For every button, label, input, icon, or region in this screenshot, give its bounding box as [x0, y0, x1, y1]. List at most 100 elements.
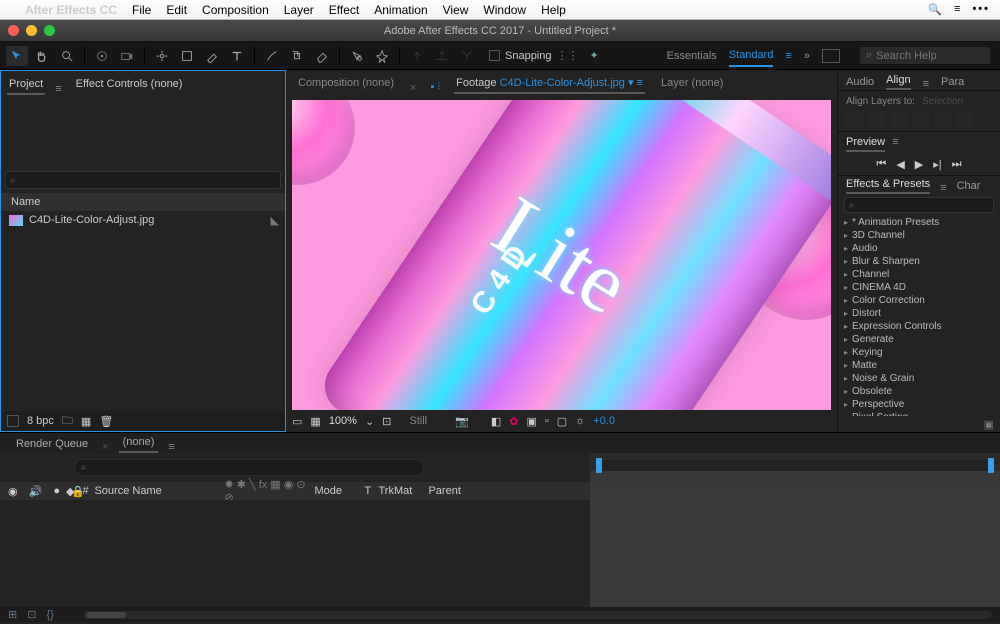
project-item[interactable]: C4D-Lite-Color-Adjust.jpg ◣	[1, 211, 285, 229]
tab-composition[interactable]: Composition (none)	[296, 74, 396, 94]
align-menu-icon[interactable]: ≡	[923, 78, 929, 90]
toggle-switches-icon[interactable]: ⊞	[8, 608, 17, 621]
world-axis-icon[interactable]	[431, 46, 453, 66]
timeline-layers-empty[interactable]	[0, 500, 590, 607]
first-frame-icon[interactable]: ⏮	[876, 158, 886, 171]
col-label-icon[interactable]: ◆	[62, 485, 78, 498]
col-trkmat[interactable]: TrkMat	[374, 485, 424, 497]
zoom-window-icon[interactable]	[44, 25, 55, 36]
minimize-window-icon[interactable]	[26, 25, 37, 36]
local-axis-icon[interactable]	[406, 46, 428, 66]
work-area-end-handle[interactable]	[988, 458, 994, 473]
col-video-icon[interactable]: ◉	[4, 485, 22, 498]
menu-extras-icon[interactable]: ≡	[954, 3, 960, 16]
project-panel-menu-icon[interactable]: ≡	[55, 83, 61, 95]
channel-icon[interactable]: ◧	[491, 415, 501, 428]
tab-footage-link[interactable]: C4D-Lite-Color-Adjust.jpg	[500, 77, 625, 89]
roto-tool-icon[interactable]	[346, 46, 368, 66]
preset-item[interactable]: Color Correction	[844, 294, 1000, 307]
workspace-reset-icon[interactable]	[822, 49, 840, 63]
align-hcenter-icon[interactable]	[868, 111, 886, 127]
preset-item[interactable]: CINEMA 4D	[844, 281, 1000, 294]
zoom-dropdown-icon[interactable]: ⌄	[365, 415, 374, 428]
last-frame-icon[interactable]: ⏭	[952, 158, 962, 171]
tab-effect-controls[interactable]: Effect Controls (none)	[74, 75, 185, 95]
effects-list[interactable]: * Animation Presets 3D Channel Audio Blu…	[838, 216, 1000, 416]
viewer-canvas[interactable]: Lite C4D	[292, 100, 831, 410]
clone-tool-icon[interactable]	[286, 46, 308, 66]
spotlight-icon[interactable]: 🔍	[928, 3, 942, 16]
align-target[interactable]: Selection	[922, 96, 963, 107]
menu-composition[interactable]: Composition	[202, 3, 269, 17]
prev-frame-icon[interactable]: ◀	[896, 158, 904, 171]
zoom-tool-icon[interactable]	[56, 46, 78, 66]
menu-edit[interactable]: Edit	[166, 3, 187, 17]
type-tool-icon[interactable]	[226, 46, 248, 66]
new-folder-icon[interactable]: 🗀	[62, 412, 73, 431]
preset-item[interactable]: Keying	[844, 346, 1000, 359]
timeline-track-empty[interactable]	[590, 489, 1000, 607]
align-left-icon[interactable]	[846, 111, 864, 127]
brush-tool-icon[interactable]	[261, 46, 283, 66]
tab-render-queue[interactable]: Render Queue	[12, 438, 92, 453]
work-area-start-handle[interactable]	[596, 458, 602, 473]
project-bpc[interactable]: 8 bpc	[27, 415, 54, 427]
tab-audio[interactable]: Audio	[846, 76, 874, 90]
project-search[interactable]: ⌕	[5, 171, 281, 189]
play-icon[interactable]: ▶	[915, 158, 923, 171]
menu-effect[interactable]: Effect	[329, 3, 359, 17]
preset-item[interactable]: Expression Controls	[844, 320, 1000, 333]
tab-paragraph[interactable]: Para	[941, 76, 964, 90]
effects-search[interactable]: ⌕	[844, 197, 994, 213]
toggle-brackets-icon[interactable]: {}	[46, 609, 53, 621]
timeline-menu-icon[interactable]: ≡	[168, 441, 174, 453]
preset-item[interactable]: Obsolete	[844, 385, 1000, 398]
preview-menu-icon[interactable]: ≡	[892, 136, 898, 148]
new-bin-icon[interactable]: ▣	[984, 418, 994, 431]
menu-more-icon[interactable]: •••	[972, 3, 990, 16]
anchor-tool-icon[interactable]	[151, 46, 173, 66]
interpret-footage-icon[interactable]	[7, 415, 19, 427]
hand-tool-icon[interactable]	[31, 46, 53, 66]
magnify-icon[interactable]: ▭	[292, 415, 302, 428]
puppet-tool-icon[interactable]	[371, 46, 393, 66]
preset-item[interactable]: Channel	[844, 268, 1000, 281]
menu-animation[interactable]: Animation	[374, 3, 427, 17]
tab-character[interactable]: Char	[957, 180, 981, 194]
menu-help[interactable]: Help	[541, 3, 566, 17]
snapshot-icon[interactable]: 📷	[455, 415, 469, 428]
zoom-level[interactable]: 100%	[329, 415, 357, 427]
color-mgmt-icon[interactable]: ✿	[509, 415, 518, 428]
eraser-tool-icon[interactable]	[311, 46, 333, 66]
camera-tool-icon[interactable]	[116, 46, 138, 66]
snapping-checkbox-icon[interactable]	[489, 50, 500, 61]
tab-footage[interactable]: Footage C4D-Lite-Color-Adjust.jpg ▾ ≡	[454, 73, 645, 94]
workspace-essentials[interactable]: Essentials	[667, 50, 717, 62]
col-t[interactable]: T	[360, 485, 374, 497]
col-parent[interactable]: Parent	[424, 485, 474, 497]
preset-item[interactable]: Generate	[844, 333, 1000, 346]
next-frame-icon[interactable]: ▸|	[933, 158, 941, 171]
grid-toggle-icon[interactable]: ▣	[526, 415, 536, 428]
preset-item[interactable]: 3D Channel	[844, 229, 1000, 242]
time-ruler[interactable]	[596, 460, 994, 471]
effects-menu-icon[interactable]: ≡	[940, 182, 946, 194]
orbit-tool-icon[interactable]	[91, 46, 113, 66]
preset-item[interactable]: Blur & Sharpen	[844, 255, 1000, 268]
project-column-header[interactable]: Name	[1, 193, 285, 211]
selection-tool-icon[interactable]	[6, 46, 28, 66]
mask-toggle-icon[interactable]: ▢	[557, 415, 567, 428]
project-empty-area[interactable]	[1, 229, 285, 411]
timeline-zoom-slider[interactable]	[84, 611, 992, 619]
tab-align[interactable]: Align	[886, 74, 910, 90]
menu-view[interactable]: View	[443, 3, 469, 17]
tab-layer[interactable]: Layer (none)	[659, 74, 725, 94]
align-vcenter-icon[interactable]	[934, 111, 952, 127]
preset-item[interactable]: Noise & Grain	[844, 372, 1000, 385]
snap-edges-icon[interactable]: ✦	[590, 49, 599, 62]
tab-effects-presets[interactable]: Effects & Presets	[846, 178, 930, 194]
pen-tool-icon[interactable]	[201, 46, 223, 66]
menu-window[interactable]: Window	[483, 3, 526, 17]
workspace-standard[interactable]: Standard	[729, 49, 774, 67]
align-top-icon[interactable]	[912, 111, 930, 127]
